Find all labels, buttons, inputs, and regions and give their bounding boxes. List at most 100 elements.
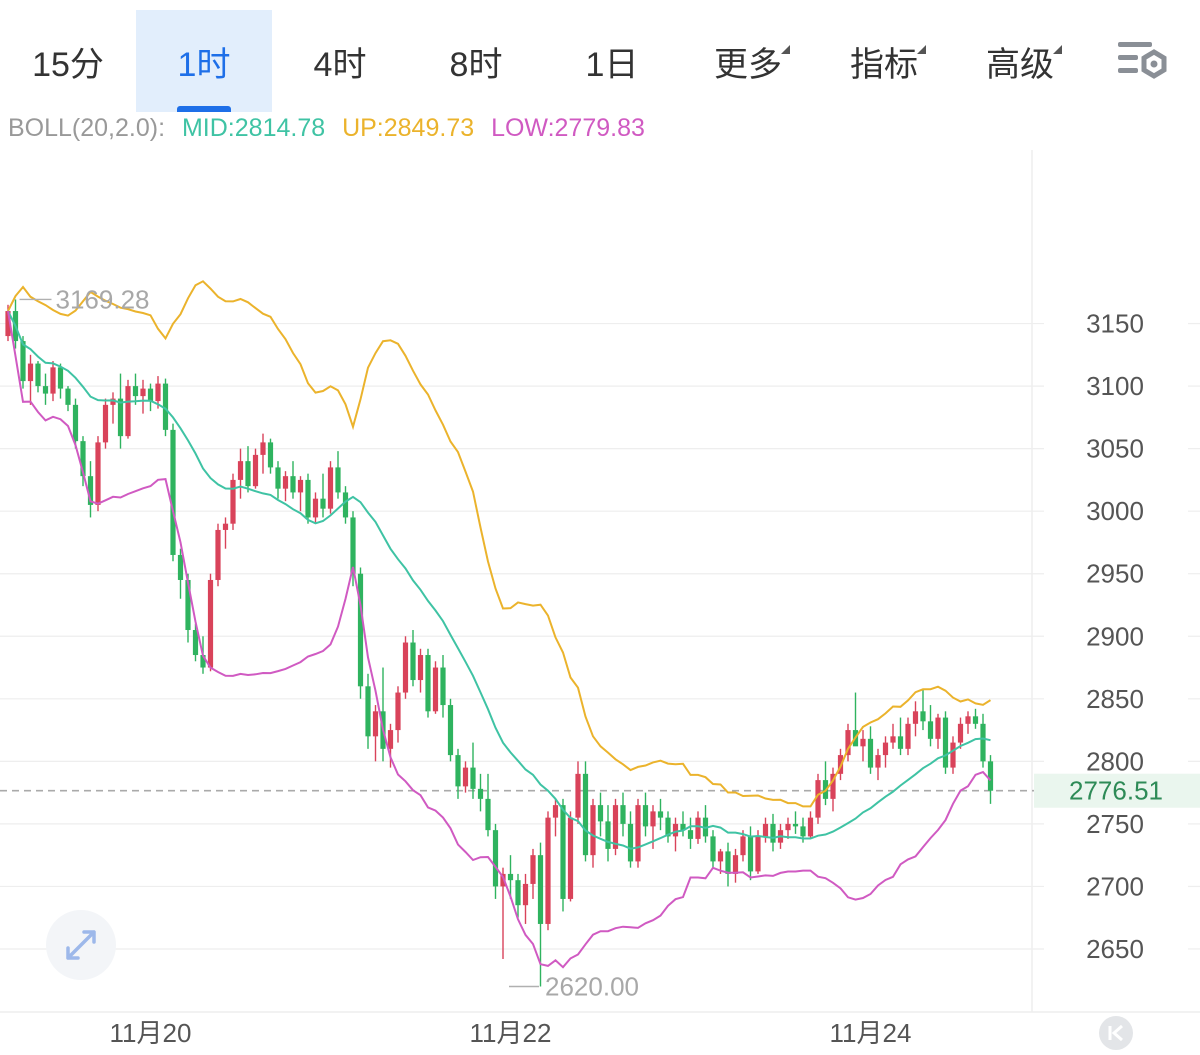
y-tick-label: 3100 xyxy=(1086,371,1144,401)
candle-body xyxy=(890,736,896,743)
tab-label: 指标 xyxy=(850,37,926,86)
scroll-to-start-button[interactable] xyxy=(1099,1016,1133,1050)
candle-body xyxy=(560,805,566,899)
y-tick-label: 3150 xyxy=(1086,309,1144,339)
candle-body xyxy=(935,717,941,739)
candle-body xyxy=(732,855,739,874)
candle-body xyxy=(447,705,454,756)
candle-body xyxy=(620,805,626,824)
tab-8[interactable]: 高级 xyxy=(952,10,1088,112)
tab-label: 高级 xyxy=(986,37,1062,86)
candle-body xyxy=(747,836,754,872)
candle-body xyxy=(755,836,761,872)
candle-body xyxy=(50,367,56,394)
candle-body xyxy=(35,363,41,387)
y-tick-label: 2900 xyxy=(1086,621,1144,651)
candle-body xyxy=(335,467,341,493)
candle-body xyxy=(470,767,476,789)
candle-body xyxy=(860,738,866,747)
tab-5[interactable]: 1日 xyxy=(544,10,680,112)
candle-body xyxy=(155,383,161,402)
candle-body xyxy=(695,817,701,839)
last-price-label: 2776.51 xyxy=(1069,776,1163,806)
active-tab-indicator xyxy=(177,106,231,112)
candle-body xyxy=(455,755,461,787)
candle-body xyxy=(365,686,371,737)
boll-mid-line xyxy=(7,310,991,850)
candle-body xyxy=(132,386,139,397)
y-tick-label: 2850 xyxy=(1086,684,1144,714)
y-tick-label: 2650 xyxy=(1086,934,1144,964)
candle-body xyxy=(170,429,176,555)
candle-body xyxy=(597,805,604,822)
candle-body xyxy=(530,855,536,884)
y-tick-label: 3050 xyxy=(1086,434,1144,464)
candle-body xyxy=(710,836,716,862)
candle-body xyxy=(477,788,484,799)
indicator-settings-button[interactable] xyxy=(1112,36,1172,86)
candle-body xyxy=(320,498,326,509)
candle-body xyxy=(687,830,694,839)
candle-body xyxy=(395,692,401,731)
tab-label: 更多 xyxy=(714,37,790,86)
tab-7[interactable]: 指标 xyxy=(816,10,952,112)
candle-body xyxy=(800,826,806,837)
candle-body xyxy=(582,773,589,856)
candle-body xyxy=(972,716,979,724)
y-tick-label: 2800 xyxy=(1086,746,1144,776)
candle-body xyxy=(515,880,521,906)
tab-label: 1时 xyxy=(177,45,231,84)
boll-legend-up: UP:2849.73 xyxy=(342,114,475,142)
tab-label: 1日 xyxy=(585,45,639,84)
candle-body xyxy=(905,723,911,749)
candle-body xyxy=(785,823,791,831)
candle-body xyxy=(537,855,544,924)
candle-body xyxy=(492,830,499,887)
candle-body xyxy=(980,723,986,762)
candle-body xyxy=(237,461,244,480)
candle-body xyxy=(350,517,356,574)
y-tick-label: 3000 xyxy=(1086,496,1144,526)
candle-body xyxy=(140,388,146,397)
candle-body xyxy=(342,492,349,518)
candle-body xyxy=(117,398,124,437)
candle-body xyxy=(312,498,319,518)
candle-body xyxy=(957,723,964,743)
dropdown-caret-icon xyxy=(1053,44,1062,54)
candle-body xyxy=(72,404,79,442)
candle-body xyxy=(927,721,934,739)
expand-chart-button[interactable] xyxy=(46,910,116,980)
tab-2[interactable]: 1时 xyxy=(136,10,272,112)
boll-legend-mid: MID:2814.78 xyxy=(181,114,326,142)
candle-body xyxy=(635,805,641,862)
candle-body xyxy=(417,655,424,681)
candle-body xyxy=(717,851,724,862)
boll-up-line xyxy=(7,280,992,808)
candle-body xyxy=(432,667,439,712)
candle-body xyxy=(275,467,281,489)
tab-label: 15分 xyxy=(32,45,104,84)
boll-legend-name: BOLL(20,2.0): xyxy=(8,114,166,142)
candle-body xyxy=(897,736,904,749)
candle-body xyxy=(252,454,259,487)
candlestick-chart[interactable]: 3150 3100 3050 3000 2950 2900 2850 2800 2750 2700… xyxy=(0,150,1200,1052)
tab-6[interactable]: 更多 xyxy=(680,10,816,112)
y-tick-label: 2750 xyxy=(1086,809,1144,839)
candle-body xyxy=(867,738,874,768)
candle-body xyxy=(522,883,529,906)
tab-1[interactable]: 15分 xyxy=(0,10,136,112)
candle-body xyxy=(762,823,769,837)
candle-body xyxy=(402,642,409,693)
candle-body xyxy=(950,742,956,768)
candle-body xyxy=(425,655,431,712)
tab-4[interactable]: 8时 xyxy=(408,10,544,112)
candle-body xyxy=(942,717,949,768)
candle-body xyxy=(642,805,649,827)
candle-body xyxy=(507,873,514,881)
high-mark-label: 3169.28 xyxy=(56,284,150,314)
candle-body xyxy=(327,467,334,509)
tab-3[interactable]: 4时 xyxy=(272,10,408,112)
candle-body xyxy=(875,755,881,768)
candle-body xyxy=(27,363,34,382)
candle-body xyxy=(770,823,776,843)
